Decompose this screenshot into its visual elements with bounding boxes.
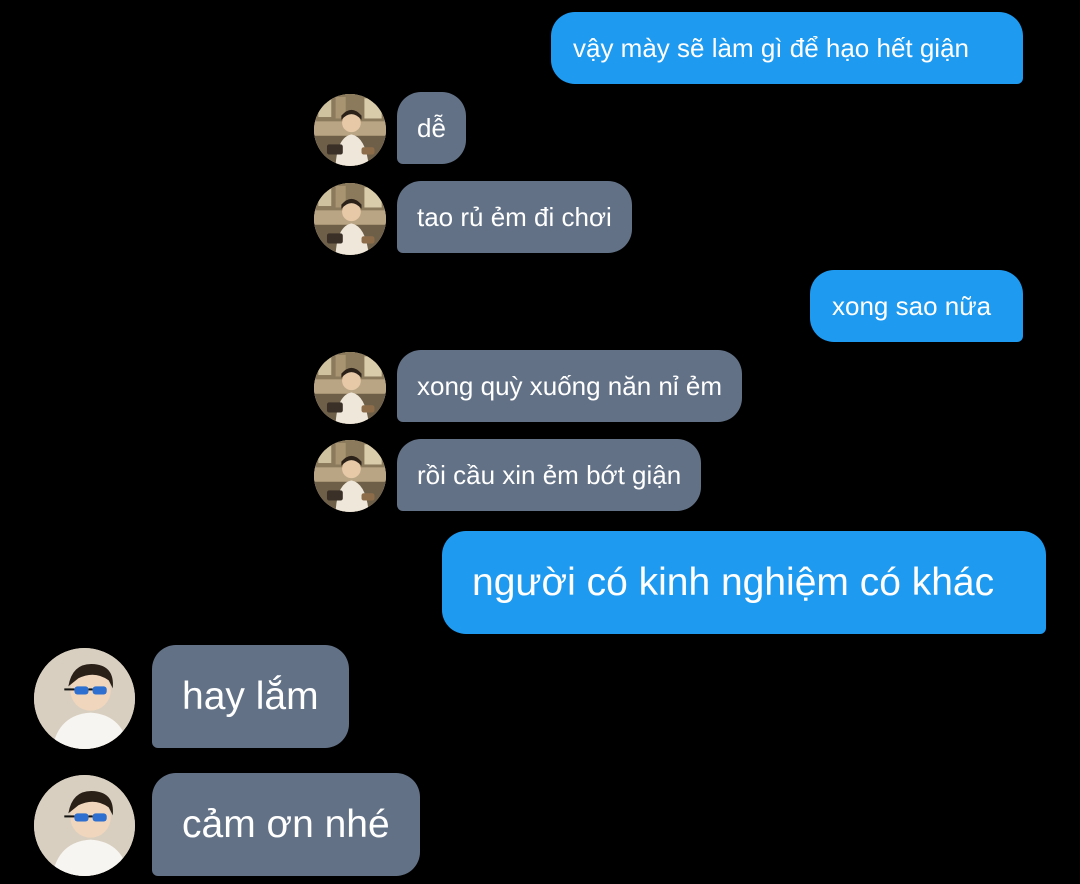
message-received[interactable]: dễ (397, 92, 466, 164)
chat-thread: vậy mày sẽ làm gì để hạo hết giận dễ tao… (0, 0, 1080, 884)
avatar-cafe-photo-icon[interactable] (314, 183, 386, 255)
message-received[interactable]: cảm ơn nhé (152, 773, 420, 876)
message-received[interactable]: hay lắm (152, 645, 349, 748)
message-sent[interactable]: vậy mày sẽ làm gì để hạo hết giận (551, 12, 1023, 84)
avatar-sunglasses-photo-icon[interactable] (34, 648, 135, 749)
avatar-cafe-photo-icon[interactable] (314, 94, 386, 166)
message-sent[interactable]: xong sao nữa (810, 270, 1023, 342)
message-received[interactable]: rồi cầu xin ẻm bớt giận (397, 439, 702, 511)
avatar-cafe-photo-icon[interactable] (314, 352, 386, 424)
message-received[interactable]: xong quỳ xuống năn nỉ ẻm (397, 350, 742, 422)
message-sent[interactable]: người có kinh nghiệm có khác (442, 531, 1046, 634)
message-received[interactable]: tao rủ ẻm đi chơi (397, 181, 632, 253)
avatar-cafe-photo-icon[interactable] (314, 440, 386, 512)
avatar-sunglasses-photo-icon[interactable] (34, 775, 135, 876)
